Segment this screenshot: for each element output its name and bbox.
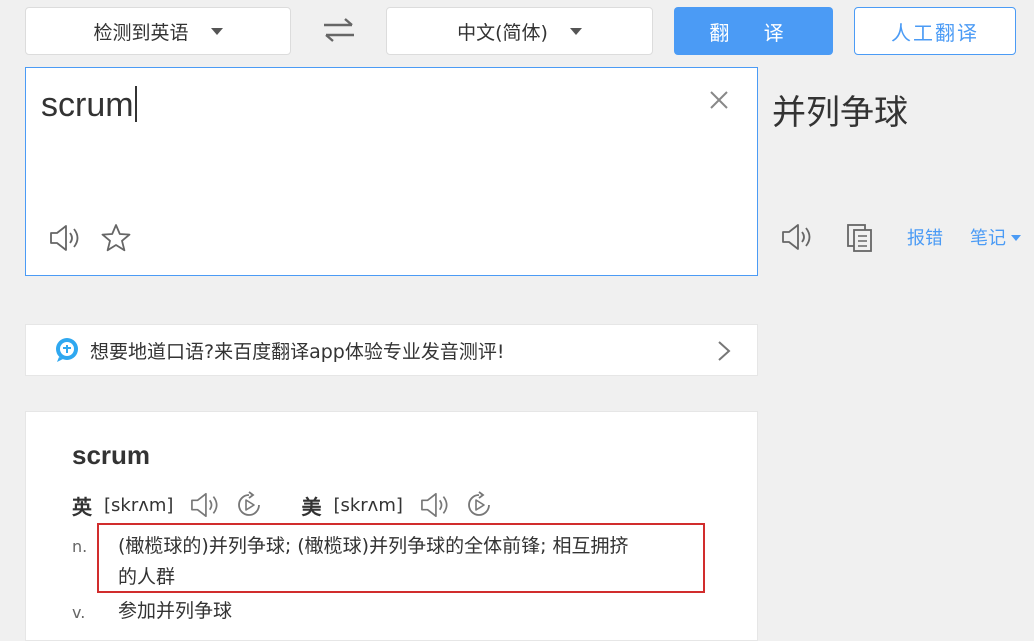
favorite-button[interactable] bbox=[100, 222, 132, 258]
source-speak-button[interactable] bbox=[48, 223, 82, 257]
human-translate-button-label: 人工翻译 bbox=[891, 20, 979, 45]
us-follow-read-button[interactable] bbox=[465, 491, 493, 519]
part-of-speech-noun: n. bbox=[72, 537, 88, 556]
target-language-label: 中文(简体) bbox=[457, 21, 548, 44]
replay-icon bbox=[467, 491, 490, 516]
uk-speak-button[interactable] bbox=[189, 491, 221, 519]
speaker-icon bbox=[191, 492, 218, 518]
dictionary-card: scrum 英 [skrʌm] 美 [skrʌm] n. (橄榄球的)并列争球;… bbox=[25, 411, 758, 641]
text-cursor bbox=[134, 86, 137, 122]
translate-button[interactable]: 翻 译 bbox=[674, 7, 833, 55]
copy-icon bbox=[847, 224, 872, 252]
baidu-translate-app-icon bbox=[54, 337, 80, 363]
uk-phonetic: [skrʌm] bbox=[104, 494, 174, 516]
translation-output-panel: 并列争球 报错 笔记 bbox=[758, 67, 1034, 276]
us-speak-button[interactable] bbox=[419, 491, 451, 519]
dictionary-headword: scrum bbox=[72, 440, 151, 470]
source-input-panel[interactable]: scrum bbox=[25, 67, 758, 276]
speaker-icon bbox=[420, 492, 448, 518]
star-icon bbox=[101, 224, 131, 252]
human-translate-button[interactable]: 人工翻译 bbox=[854, 7, 1016, 55]
source-language-select[interactable]: 检测到英语 bbox=[25, 7, 291, 55]
chevron-down-icon bbox=[569, 27, 582, 35]
report-error-link[interactable]: 报错 bbox=[907, 224, 943, 250]
source-language-label: 检测到英语 bbox=[93, 21, 189, 44]
report-error-label: 报错 bbox=[907, 228, 943, 249]
definition-verb: 参加并列争球 bbox=[118, 600, 233, 622]
chevron-right-icon bbox=[717, 340, 731, 366]
speaker-icon bbox=[50, 225, 79, 251]
us-accent-label: 美 bbox=[301, 494, 322, 519]
translation-result: 并列争球 bbox=[772, 93, 908, 133]
notes-label: 笔记 bbox=[970, 228, 1006, 249]
source-text-input[interactable]: scrum bbox=[41, 86, 137, 125]
uk-accent-label: 英 bbox=[72, 494, 92, 519]
highlight-annotation-box bbox=[97, 523, 705, 593]
uk-follow-read-button[interactable] bbox=[235, 491, 263, 519]
swap-icon bbox=[324, 18, 354, 42]
target-speak-button[interactable] bbox=[780, 222, 814, 256]
close-icon bbox=[710, 91, 728, 109]
chevron-down-icon bbox=[1011, 235, 1021, 241]
notes-dropdown[interactable]: 笔记 bbox=[970, 224, 1021, 250]
target-language-select[interactable]: 中文(简体) bbox=[386, 7, 653, 55]
copy-button[interactable] bbox=[846, 223, 874, 257]
banner-text: 想要地道口语?来百度翻译app体验专业发音测评! bbox=[90, 340, 505, 363]
translate-button-label: 翻 译 bbox=[709, 20, 798, 45]
app-promo-banner[interactable]: 想要地道口语?来百度翻译app体验专业发音测评! bbox=[25, 324, 758, 376]
clear-input-button[interactable] bbox=[707, 88, 731, 116]
swap-languages-button[interactable] bbox=[317, 10, 361, 50]
part-of-speech-verb: v. bbox=[72, 603, 86, 622]
us-phonetic: [skrʌm] bbox=[333, 494, 403, 516]
replay-icon bbox=[238, 491, 261, 516]
pronunciation-row: 英 [skrʌm] 美 [skrʌm] bbox=[72, 488, 493, 522]
speaker-icon bbox=[782, 224, 811, 250]
chevron-down-icon bbox=[210, 27, 223, 35]
